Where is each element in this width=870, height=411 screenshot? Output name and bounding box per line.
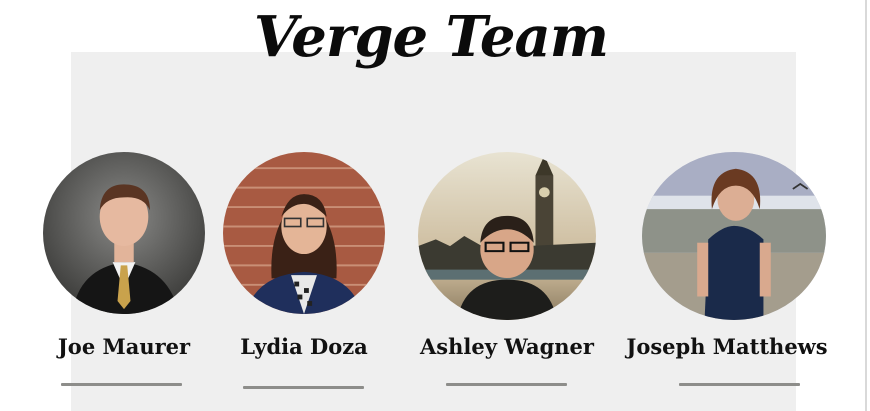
name-underline <box>243 386 364 389</box>
name-underline <box>61 383 182 386</box>
member-photo <box>223 152 385 314</box>
member-name: Joe Maurer <box>57 334 191 359</box>
member-name: Joseph Matthews <box>626 334 828 359</box>
name-underline <box>679 383 800 386</box>
member-photo <box>418 152 596 320</box>
member-photo <box>642 152 826 320</box>
name-underline <box>446 383 567 386</box>
member-name: Lydia Doza <box>240 334 368 359</box>
member-photo <box>43 152 205 314</box>
member-name: Ashley Wagner <box>420 334 594 359</box>
page-title: Verge Team <box>253 4 609 70</box>
